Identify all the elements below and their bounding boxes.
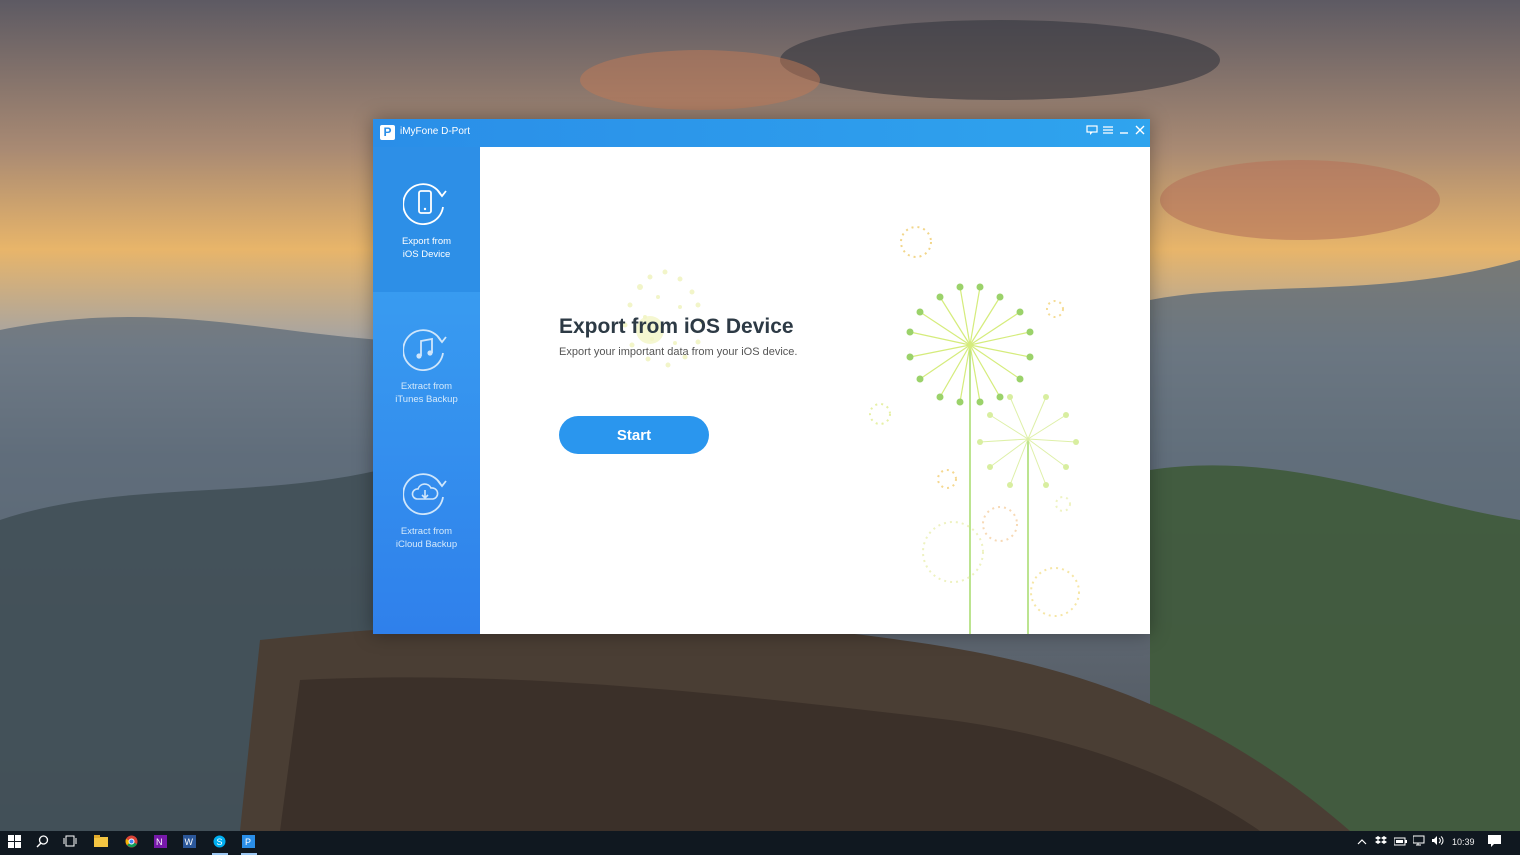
task-view-icon[interactable] [62,835,78,851]
clock-time[interactable]: 10:39 [1452,837,1475,847]
notification-icon[interactable] [1486,835,1502,851]
svg-text:S: S [216,837,222,847]
window-title: iMyFone D-Port [400,126,471,137]
phone-export-icon [403,183,447,225]
feedback-icon[interactable] [1084,124,1100,140]
onenote-icon[interactable]: N [152,835,168,851]
page-title: Export from iOS Device [559,315,794,338]
title-bar[interactable]: P iMyFone D-Port [373,119,1150,147]
svg-text:W: W [184,837,193,847]
battery-icon[interactable] [1392,835,1408,851]
menu-icon[interactable] [1100,124,1116,140]
music-note-icon [403,329,447,371]
chevron-up-icon[interactable] [1354,835,1370,851]
sidebar-item-label: Extract from iCloud Backup [395,526,458,550]
svg-text:P: P [245,837,251,847]
cloud-download-icon [403,473,447,515]
chrome-icon[interactable] [123,835,139,851]
dropbox-icon[interactable] [1373,835,1389,851]
search-icon[interactable] [34,835,50,851]
app-window: P iMyFone D-Port Export from iOS Device [373,119,1150,634]
sidebar: Export from iOS Device Extract from iTun… [373,147,480,634]
sidebar-item-label: Export from iOS Device [401,236,452,260]
word-icon[interactable]: W [181,835,197,851]
sidebar-item-extract-itunes[interactable]: Extract from iTunes Backup [373,292,480,437]
file-explorer-icon[interactable] [93,835,109,851]
dport-icon[interactable]: P [240,835,256,851]
close-icon[interactable] [1132,124,1148,140]
network-icon[interactable] [1411,835,1427,851]
minimize-icon[interactable] [1116,124,1132,140]
volume-icon[interactable] [1429,835,1445,851]
sidebar-item-extract-icloud[interactable]: Extract from iCloud Backup [373,437,480,582]
svg-text:N: N [156,837,163,847]
windows-start-icon[interactable] [6,835,22,851]
start-button[interactable]: Start [559,416,709,454]
app-logo: P [380,125,395,140]
taskbar: N W S P 10:39 [0,831,1520,855]
sidebar-item-export-ios[interactable]: Export from iOS Device [373,147,480,292]
page-subtitle: Export your important data from your iOS… [559,346,798,358]
dandelion-decoration [622,226,1080,634]
skype-icon[interactable]: S [211,835,227,851]
sidebar-item-label: Extract from iTunes Backup [395,381,458,405]
main-content: Export from iOS Device Export your impor… [480,147,1150,634]
